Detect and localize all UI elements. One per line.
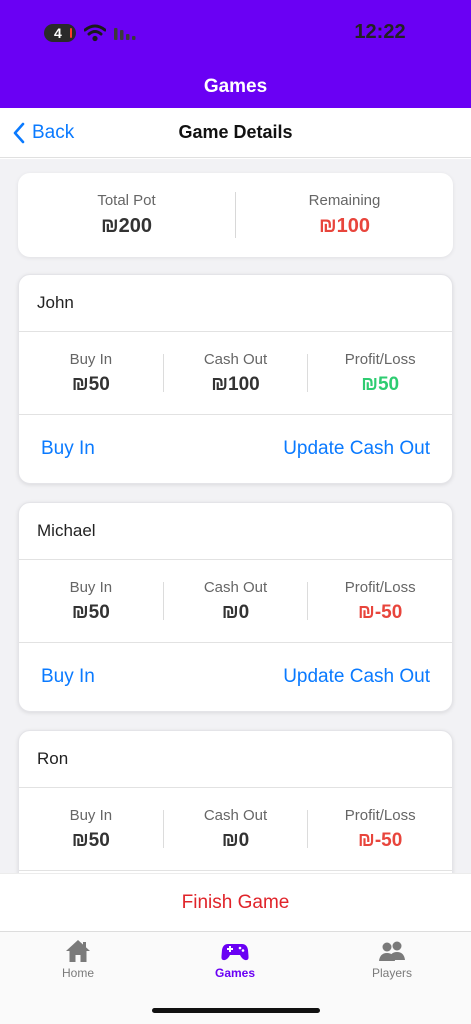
buy-in-value: ₪50 — [71, 601, 110, 623]
profit-loss-value: ₪-50 — [358, 829, 403, 851]
player-name: John — [19, 275, 452, 332]
cash-out-stat: Cash Out ₪0 — [164, 788, 308, 870]
finish-bar: Finish Game — [0, 873, 471, 931]
buy-in-value: ₪50 — [71, 373, 110, 395]
tab-players[interactable]: Players — [332, 938, 452, 980]
chevron-left-icon — [13, 122, 25, 144]
wifi-icon — [84, 24, 106, 42]
total-pot: Total Pot ₪200 — [18, 173, 235, 257]
back-button[interactable]: Back — [12, 120, 74, 146]
profit-loss-value: ₪50 — [361, 373, 400, 395]
remaining-label: Remaining — [308, 192, 381, 209]
home-indicator — [152, 1008, 320, 1013]
finish-game-button[interactable]: Finish Game — [182, 892, 290, 914]
profit-loss-label: Profit/Loss — [344, 578, 416, 596]
cash-out-label: Cash Out — [203, 578, 268, 596]
home-icon — [66, 940, 90, 962]
people-icon — [379, 941, 405, 961]
total-pot-label: Total Pot — [97, 192, 156, 209]
buy-in-button[interactable]: Buy In — [41, 438, 95, 460]
cash-out-label: Cash Out — [203, 806, 268, 824]
remaining: Remaining ₪100 — [236, 173, 453, 257]
player-name: Michael — [19, 503, 452, 560]
player-actions: Buy In Update Cash Out — [19, 643, 452, 711]
player-name: Ron — [19, 731, 452, 788]
player-card-john: John Buy In ₪50 Cash Out ₪100 Profit/Los… — [18, 274, 453, 484]
buy-in-label: Buy In — [69, 350, 113, 368]
player-stats: Buy In ₪50 Cash Out ₪0 Profit/Loss ₪-50 — [19, 788, 452, 871]
remaining-value: ₪100 — [318, 215, 371, 237]
buy-in-value: ₪50 — [71, 829, 110, 851]
back-label: Back — [32, 122, 75, 143]
tab-players-label: Players — [371, 966, 412, 980]
status-time: 12:22 — [354, 21, 406, 43]
game-details-scroll[interactable]: Total Pot ₪200 Remaining ₪100 John Buy I… — [0, 159, 471, 873]
tab-games-label: Games — [214, 966, 256, 980]
network-badge: 4 — [44, 24, 76, 42]
update-cash-out-button[interactable]: Update Cash Out — [283, 438, 430, 460]
app-header: 4 12:22 Games — [0, 0, 471, 108]
profit-loss-stat: Profit/Loss ₪-50 — [308, 788, 452, 870]
profit-loss-value: ₪-50 — [358, 601, 403, 623]
buy-in-button[interactable]: Buy In — [41, 666, 95, 688]
profit-loss-label: Profit/Loss — [344, 350, 416, 368]
cash-out-stat: Cash Out ₪0 — [164, 560, 308, 642]
app-title: Games — [203, 76, 268, 97]
tab-games[interactable]: Games — [175, 938, 295, 980]
cash-out-value: ₪100 — [211, 373, 260, 395]
cash-out-value: ₪0 — [221, 601, 250, 623]
player-card-ron: Ron Buy In ₪50 Cash Out ₪0 Profit/Loss ₪… — [18, 730, 453, 873]
gamepad-icon — [221, 944, 249, 961]
player-actions: Buy In Update Cash Out — [19, 415, 452, 483]
profit-loss-stat: Profit/Loss ₪50 — [308, 332, 452, 414]
pot-summary-card: Total Pot ₪200 Remaining ₪100 — [18, 173, 453, 257]
buy-in-label: Buy In — [69, 578, 113, 596]
player-stats: Buy In ₪50 Cash Out ₪100 Profit/Loss ₪50 — [19, 332, 452, 415]
signal-icon — [114, 28, 136, 40]
update-cash-out-button[interactable]: Update Cash Out — [283, 666, 430, 688]
cash-out-stat: Cash Out ₪100 — [164, 332, 308, 414]
tab-home[interactable]: Home — [18, 938, 138, 980]
tab-home-label: Home — [61, 966, 94, 980]
player-stats: Buy In ₪50 Cash Out ₪0 Profit/Loss ₪-50 — [19, 560, 452, 643]
cash-out-label: Cash Out — [203, 350, 268, 368]
player-card-michael: Michael Buy In ₪50 Cash Out ₪0 Profit/Lo… — [18, 502, 453, 712]
cash-out-value: ₪0 — [221, 829, 250, 851]
buy-in-label: Buy In — [69, 806, 113, 824]
total-pot-value: ₪200 — [100, 215, 153, 237]
buy-in-stat: Buy In ₪50 — [19, 560, 163, 642]
profit-loss-stat: Profit/Loss ₪-50 — [308, 560, 452, 642]
profit-loss-label: Profit/Loss — [344, 806, 416, 824]
navigation-bar: Back Game Details — [0, 108, 471, 158]
status-bar: 4 12:22 — [0, 0, 471, 66]
buy-in-stat: Buy In ₪50 — [19, 788, 163, 870]
buy-in-stat: Buy In ₪50 — [19, 332, 163, 414]
